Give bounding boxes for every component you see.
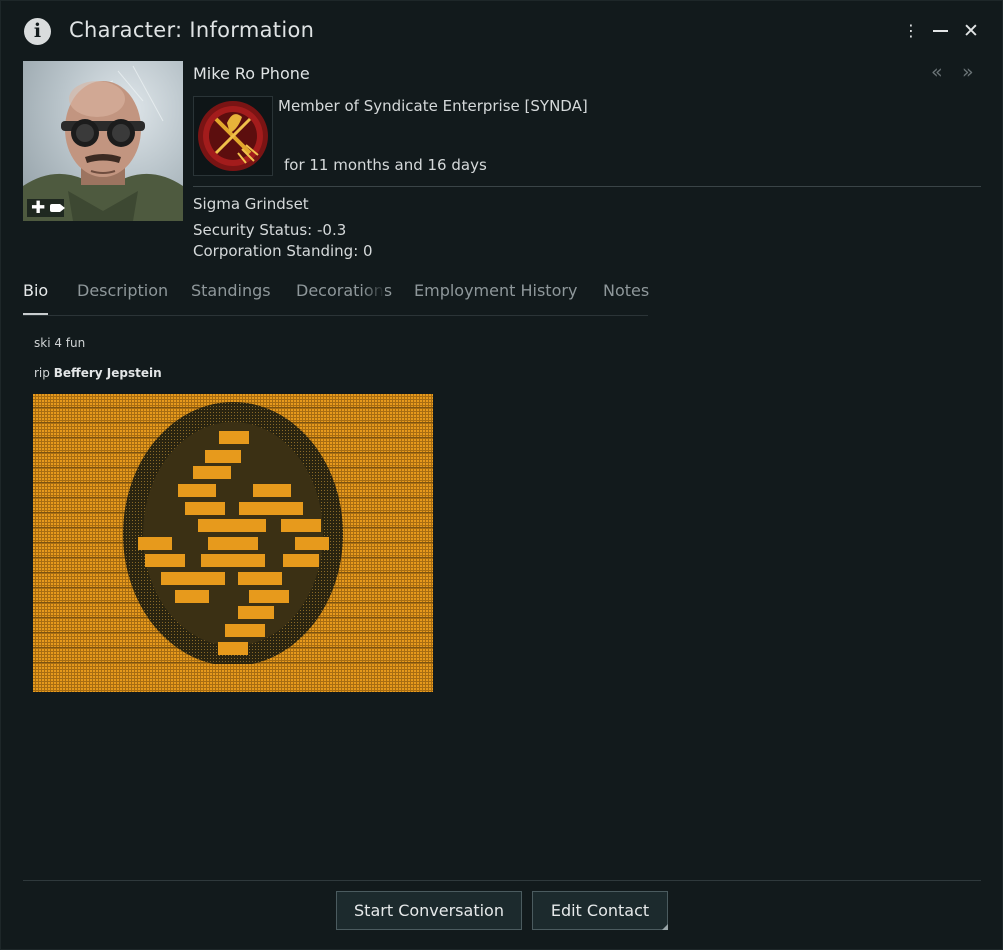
minimize-icon[interactable] <box>930 19 952 43</box>
tab-description[interactable]: Description <box>77 281 168 300</box>
character-info-window: i Character: Information ⋮ ✕ ✚ Mike Ro P… <box>0 0 1003 950</box>
bio-rip-name: Beffery Jepstein <box>53 366 162 380</box>
bio-rip-prefix: rip <box>34 366 50 380</box>
tag-icon[interactable] <box>50 204 66 212</box>
footer-divider <box>23 880 981 881</box>
corp-logo-image <box>198 101 268 171</box>
tab-bar: Bio Description Standings Decorations Em… <box>23 281 649 316</box>
membership-duration: for 11 months and 16 days <box>284 156 487 174</box>
portrait-tags: ✚ <box>27 199 66 217</box>
character-name: Mike Ro Phone <box>193 64 310 83</box>
security-status: Security Status: -0.3 <box>193 221 347 239</box>
tab-employment-history[interactable]: Employment History <box>414 281 577 300</box>
plus-icon[interactable]: ✚ <box>31 199 45 217</box>
tab-fade <box>363 281 385 311</box>
more-menu-icon[interactable]: ⋮ <box>900 19 922 43</box>
close-icon[interactable]: ✕ <box>960 19 982 43</box>
corporation-standing: Corporation Standing: 0 <box>193 242 373 260</box>
corporation-line[interactable]: Member of Syndicate Enterprise [SYNDA] <box>278 97 588 115</box>
edit-contact-button[interactable]: Edit Contact <box>532 891 668 930</box>
nav-forward-icon[interactable]: » <box>962 61 974 83</box>
bio-ascii-art <box>33 394 433 692</box>
tab-bio[interactable]: Bio <box>23 281 49 315</box>
corp-logo[interactable] <box>193 96 273 176</box>
tab-notes[interactable]: Notes <box>603 281 649 300</box>
character-portrait[interactable]: ✚ <box>23 61 183 221</box>
info-icon: i <box>24 18 51 45</box>
bio-text: ski 4 fun <box>34 336 86 350</box>
portrait-image <box>23 65 183 221</box>
header-divider <box>193 186 981 187</box>
bio-text-rip: rip Beffery Jepstein <box>34 366 162 380</box>
window-title: Character: Information <box>69 18 315 42</box>
nav-back-icon[interactable]: « <box>931 61 943 83</box>
start-conversation-button[interactable]: Start Conversation <box>336 891 522 930</box>
alliance-name[interactable]: Sigma Grindset <box>193 195 309 213</box>
tab-standings[interactable]: Standings <box>191 281 271 300</box>
